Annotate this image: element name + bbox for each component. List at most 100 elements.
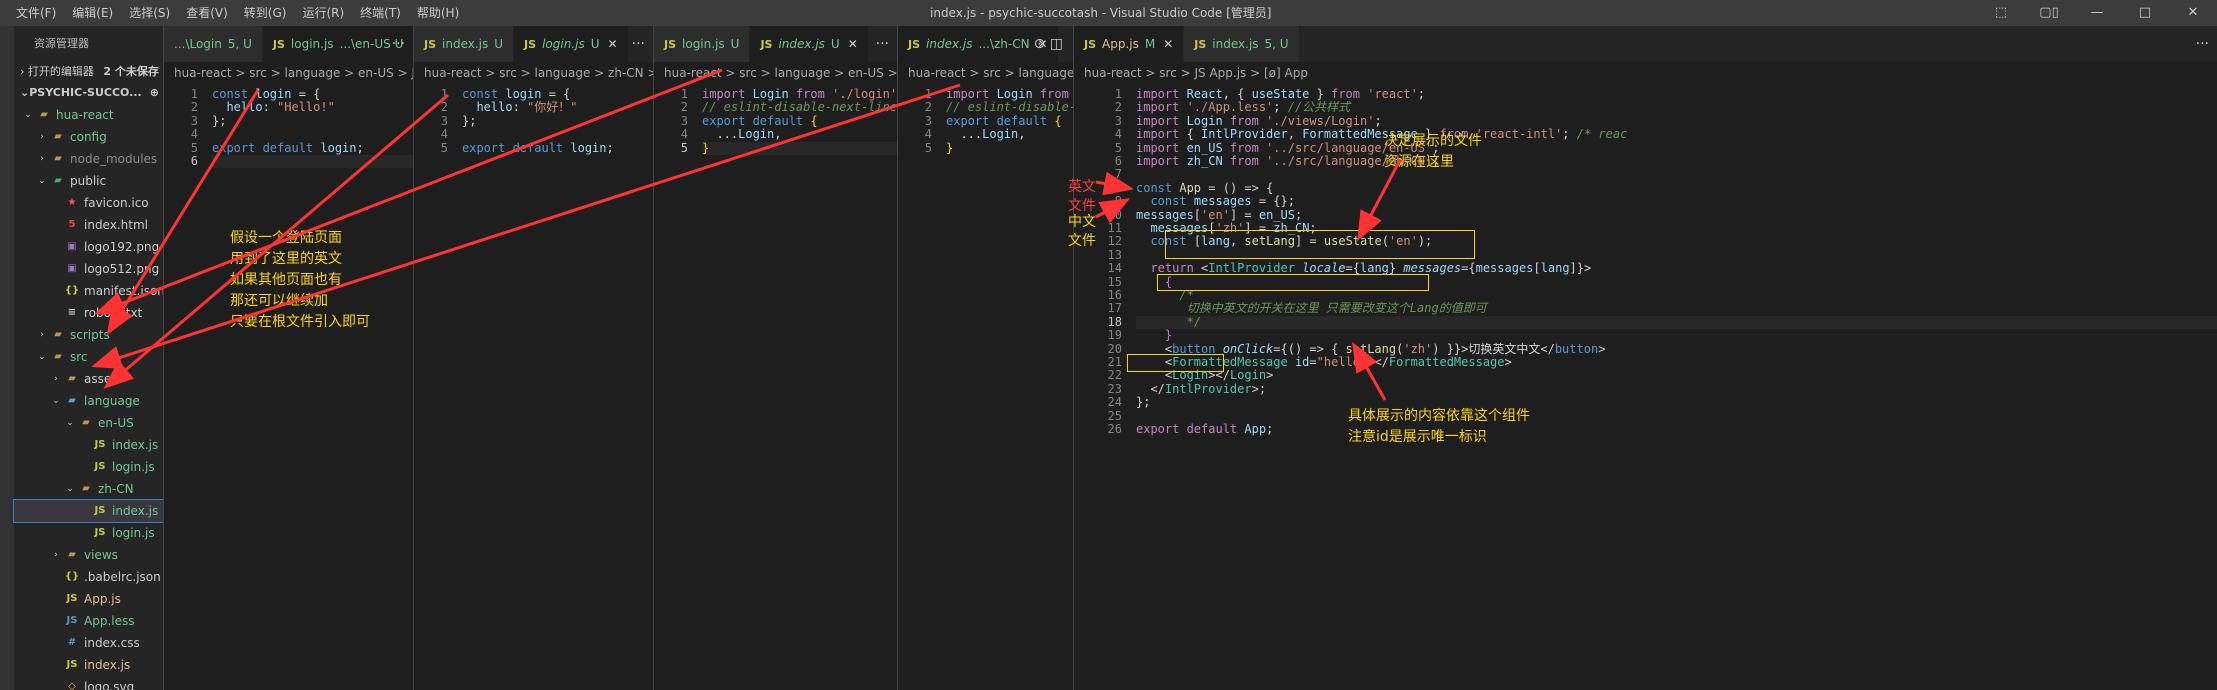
code-line[interactable]: </IntlProvider>; [1136,382,1266,396]
breadcrumb[interactable]: hua-react > src > language > zh-CN > JS … [414,62,653,84]
breadcrumb[interactable]: hua-react > src > JS App.js > [ø] App [1074,62,2217,84]
menu-item[interactable]: 查看(V) [178,0,236,26]
code-token: 'react-intl' [1475,127,1563,142]
code-line[interactable]: import './App.less'; //公共样式 [1136,101,1350,114]
code-line[interactable]: }; [212,114,226,128]
item-label: logo512.png [84,262,160,276]
code-line[interactable]: export default { [946,114,1062,128]
code-token: [ [1193,207,1202,222]
close-tab-icon[interactable]: ✕ [1163,37,1173,51]
code-line[interactable]: }; [1136,395,1150,409]
menu-item[interactable]: 运行(R) [294,0,352,26]
maximize-icon[interactable]: □ [2121,0,2169,26]
chevron-down-icon[interactable]: ⌄ [36,170,48,192]
code-line[interactable]: 切换中英文的开关在这里 只需要改变这个Lang的值即可 [1136,302,1487,315]
menu-item[interactable]: 文件(F) [8,0,64,26]
chevron-down-icon[interactable]: ⌄ [64,412,76,434]
code-line[interactable]: */ [1136,315,2217,330]
chevron-down-icon[interactable]: ⌄ [64,478,76,500]
close-tab-icon[interactable]: ✕ [608,37,618,51]
editor-tab[interactable]: JS index.js U [414,26,515,62]
line-number: 4 [680,127,688,142]
code-line[interactable]: import React, { useState } from 'react'; [1136,87,1425,101]
code-line[interactable]: } [1136,328,1172,342]
svg-icon: ◇ [68,681,76,690]
split-editor-icon[interactable]: ⊙ ◫ [1034,26,1063,62]
chevron-down-icon[interactable]: ⌄ [36,346,48,368]
code-token: export default [1136,422,1245,436]
code-line[interactable]: ...Login, [946,127,1025,141]
code-token: messages [1475,261,1534,276]
line-number: 17 [1107,301,1122,316]
chevron-right-icon[interactable]: › [36,126,48,148]
editor-tab[interactable]: JS index.js 5, U [1184,26,1300,62]
code-line[interactable]: const login = { [212,87,320,101]
more-actions-icon[interactable]: ··· [876,26,889,62]
item-label: scripts [70,328,110,342]
editor-tab[interactable]: JS login.js U ✕ [514,26,629,62]
code-token: } [946,140,954,155]
code-line[interactable]: // eslint-disable-next-line i [702,101,897,114]
code-line[interactable]: hello: "你好！" [462,101,577,114]
tab-label: index.js [926,37,973,51]
code-token: export default [702,113,811,128]
menu-item[interactable]: 选择(S) [121,0,178,26]
minimize-icon[interactable]: — [2073,0,2121,26]
chevron-right-icon[interactable]: › [50,544,62,566]
more-actions-icon[interactable]: ··· [392,26,405,62]
chevron-down-icon[interactable]: ⌄ [22,104,34,126]
editor-tab[interactable]: ...\Login 5, U [164,26,263,62]
tab-label: App.js [1102,37,1139,51]
item-label: hua-react [56,108,114,122]
code-line[interactable]: import Login from [946,87,1073,101]
menu-item[interactable]: 转到(G) [236,0,295,26]
editor-tab[interactable]: JS index.js U ✕ [750,26,869,62]
item-label: views [84,548,118,562]
menu-item[interactable]: 帮助(H) [409,0,467,26]
code-line[interactable]: export default login; [212,141,364,155]
menu-item[interactable]: 终端(T) [352,0,409,26]
code-line[interactable]: import Login from './login'; [702,87,897,101]
menu-item[interactable]: 编辑(E) [64,0,121,26]
code-line[interactable]: const messages = {}; [1136,194,1295,208]
code-line[interactable]: import { IntlProvider, FormattedMessage … [1136,127,1627,142]
panel-icon[interactable]: ▢▯ [2025,0,2073,26]
chevron-right-icon[interactable]: › [36,148,48,170]
code-line[interactable]: } [946,140,954,155]
editor-tab[interactable]: JS App.js M ✕ [1074,26,1185,62]
editor-tab[interactable]: JS login.js U [654,26,751,62]
editor-tab[interactable]: JSlogin.js...\en-US U✕ [262,26,413,62]
code-line[interactable]: const App = () => { [1136,181,1273,195]
js-file-icon: JS [1194,38,1207,51]
code-line[interactable]: import Login from './views/Login'; [1136,114,1382,128]
chevron-down-icon[interactable]: ⌄ [50,390,62,412]
code-line[interactable]: messages['en'] = en_US; [1136,207,1302,222]
code-line[interactable]: ...Login, [702,127,781,141]
layout-icon[interactable]: ⬚ [1977,0,2025,26]
js-file-icon: JS [272,38,285,51]
code-line[interactable]: export default { [702,113,818,128]
code-line[interactable]: hello: "Hello!" [212,101,334,114]
breadcrumb[interactable]: hua-react > src > language > en-US > JS … [164,62,413,84]
ico-icon: ★ [67,197,77,208]
more-actions-icon[interactable]: ··· [2196,26,2209,62]
breadcrumb[interactable]: hua-react > src > language > zh-CN > JS [898,62,1073,84]
chevron-right-icon[interactable]: › [36,324,48,346]
close-icon[interactable]: ✕ [2169,0,2217,26]
code-line[interactable]: const login = { [462,87,570,101]
code-token: Login [996,87,1033,101]
code-line[interactable]: // eslint-disable- [946,101,1073,114]
code-line[interactable]: export default login; [462,141,614,155]
close-tab-icon[interactable]: ✕ [848,37,858,51]
code-line[interactable]: } [702,141,897,155]
code-line[interactable]: }; [462,114,476,128]
line-number: 20 [1107,341,1122,356]
chevron-right-icon[interactable]: › [50,368,62,390]
more-actions-icon[interactable]: ··· [632,26,645,62]
item-label: zh-CN [98,482,134,496]
code-line[interactable]: export default App; [1136,422,1273,436]
code-line[interactable] [212,155,413,169]
code-line[interactable]: /* [1136,288,1193,302]
breadcrumb[interactable]: hua-react > src > language > en-US > JS … [654,62,897,84]
